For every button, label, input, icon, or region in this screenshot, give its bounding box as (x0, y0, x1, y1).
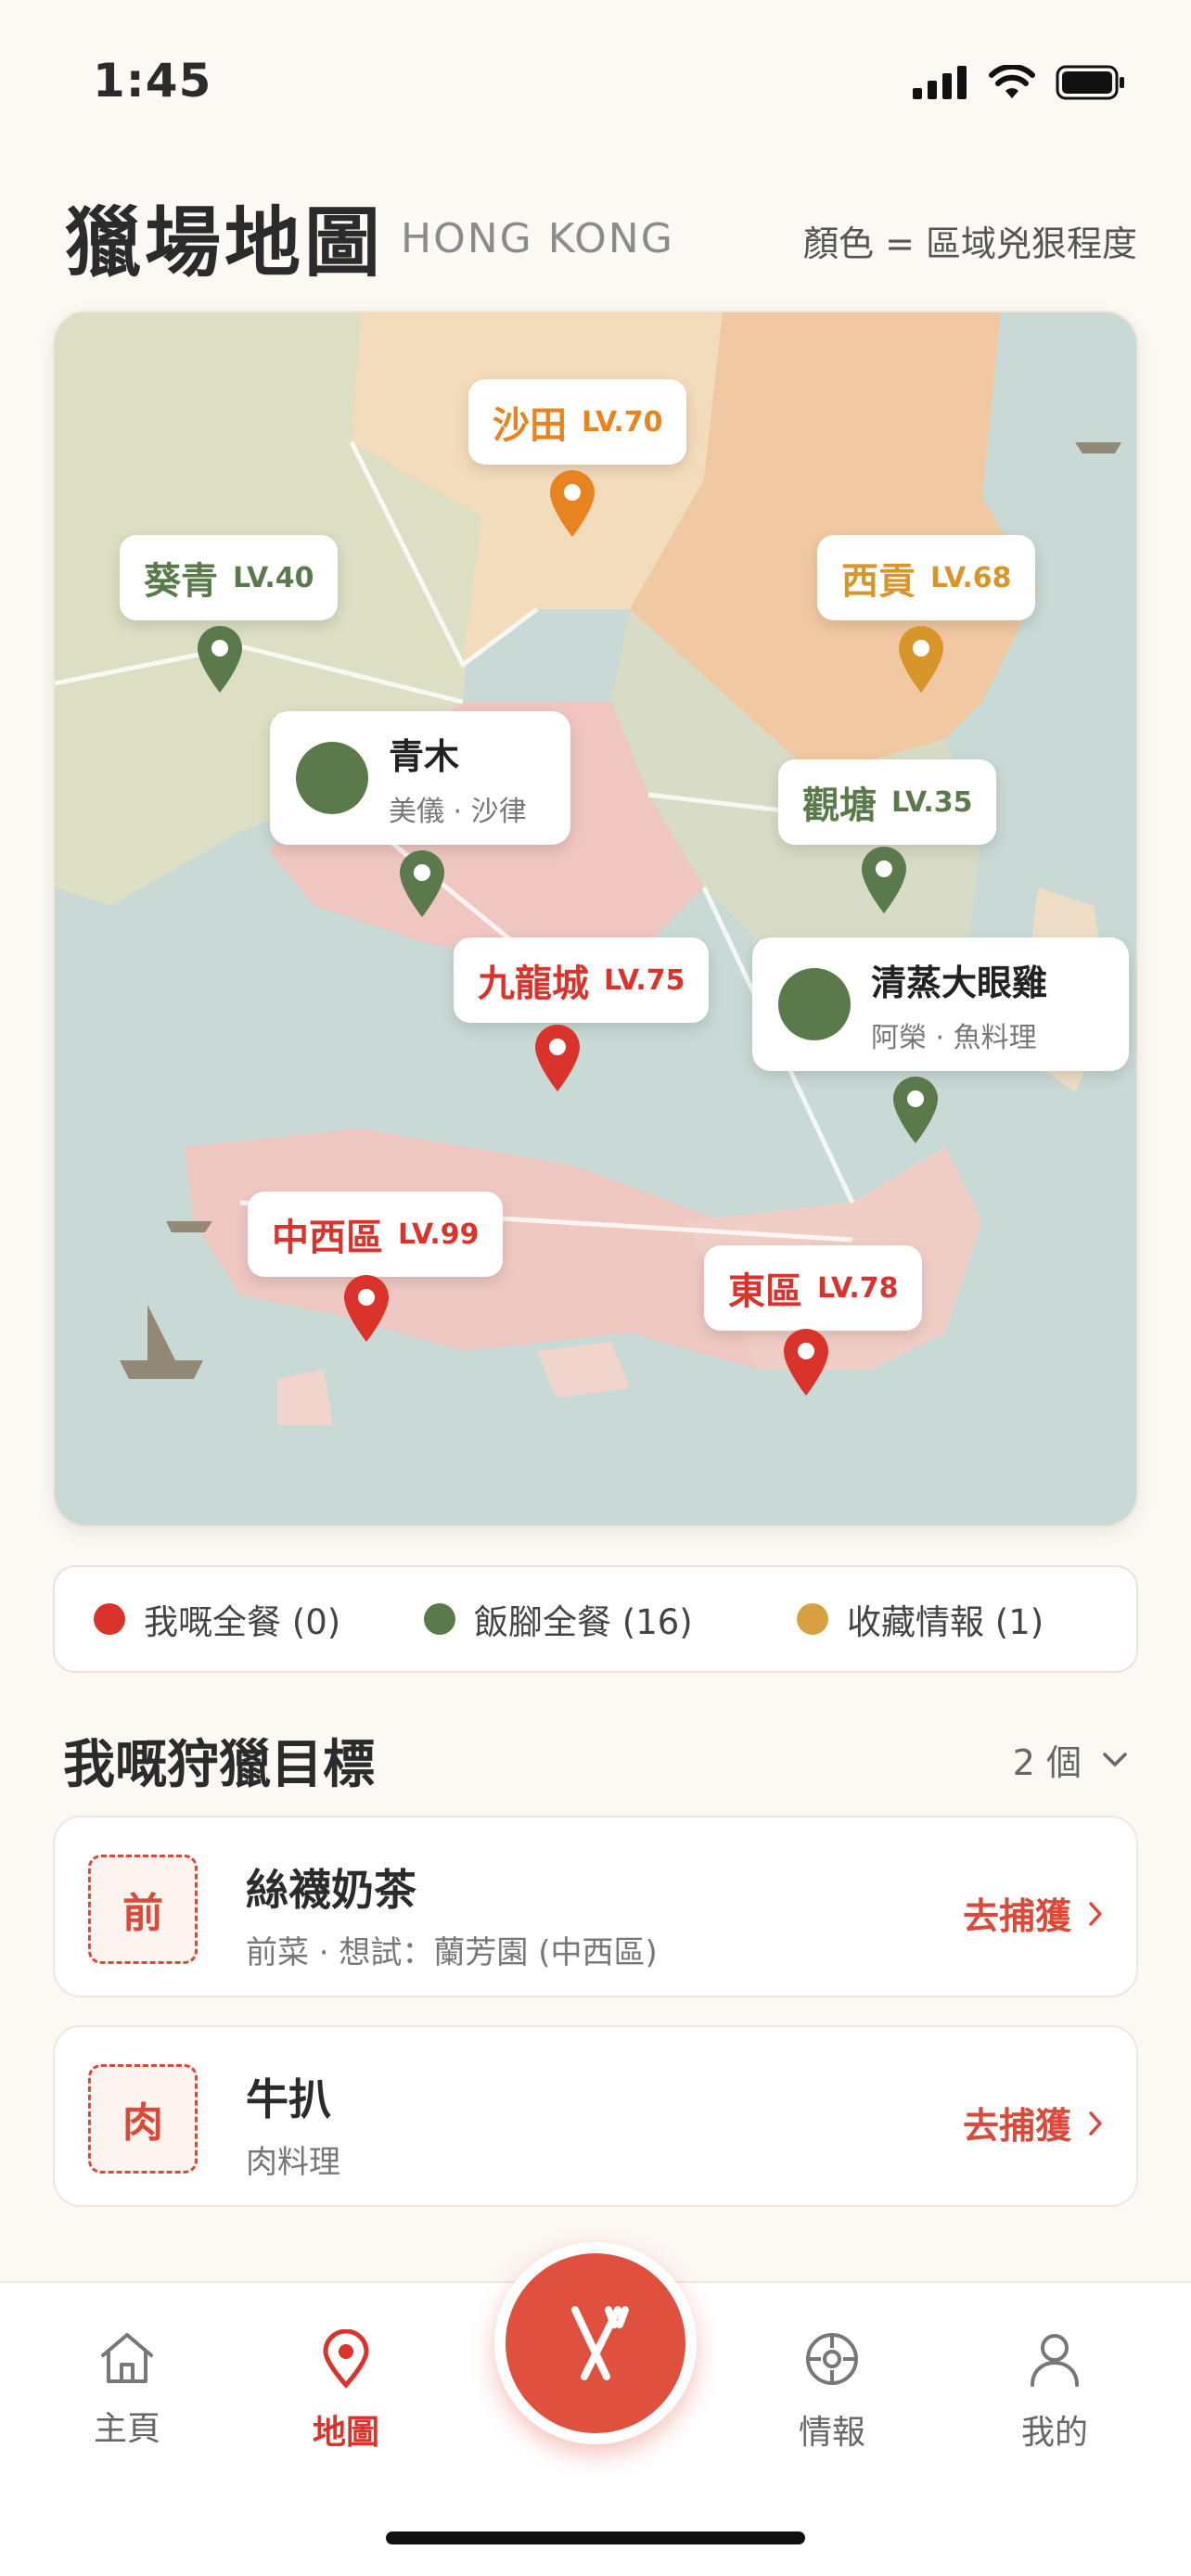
home-indicator (386, 2531, 805, 2544)
target-category-badge: 肉 (88, 2064, 198, 2174)
legend-item-friend-meals[interactable]: 飯腳全餐 (16) (424, 1594, 693, 1644)
region-name: 沙田 (493, 404, 567, 447)
legend-dot (797, 1603, 828, 1635)
region-name: 中西區 (272, 1217, 383, 1259)
targets-count: 2 個 (1012, 1742, 1082, 1783)
target-card[interactable]: 肉 牛扒 肉料理 去捕獲 (53, 2025, 1138, 2207)
region-level: LV.70 (582, 405, 663, 439)
legend-label: 飯腳全餐 (16) (474, 1602, 693, 1642)
tab-label: 情報 (798, 2414, 865, 2452)
status-bar: 1:45 (0, 0, 1191, 158)
utensils-icon (277, 713, 368, 814)
map-pin-icon (323, 2328, 369, 2389)
region-label-eastern[interactable]: 東區 LV.78 (704, 1245, 923, 1331)
target-card[interactable]: 前 絲襪奶茶 前菜 · 想試：蘭芳園 (中西區) 去捕獲 (53, 1816, 1138, 1997)
restaurant-sub: 阿榮 · 魚料理 (871, 1021, 1037, 1054)
legend-item-saved-intel[interactable]: 收藏情報 (1) (797, 1594, 1044, 1644)
restaurant-card-steamed-fish[interactable]: 清蒸大眼雞 阿榮 · 魚料理 (752, 937, 1129, 1071)
region-level: LV.75 (604, 963, 685, 997)
capture-button[interactable]: 去捕獲 (963, 1888, 1103, 1940)
target-sub: 肉料理 (246, 2144, 340, 2181)
legend-label: 我嘅全餐 (0) (144, 1602, 341, 1642)
map-pin-icon[interactable] (780, 1327, 832, 1397)
capture-label: 去捕獲 (962, 1896, 1071, 1938)
region-level: LV.40 (233, 561, 314, 594)
utensils-icon (571, 2306, 629, 2380)
targets-count-toggle[interactable]: 2 個 (1013, 1734, 1128, 1785)
page-subtitle: HONG KONG (401, 215, 674, 262)
region-level: LV.78 (817, 1271, 899, 1305)
region-label-kwai-tsing[interactable]: 葵青 LV.40 (120, 535, 339, 620)
restaurant-name: 清蒸大眼雞 (871, 962, 1048, 1003)
target-name: 牛扒 (246, 2074, 331, 2124)
region-level: LV.99 (398, 1218, 480, 1251)
region-name: 觀塘 (802, 784, 877, 827)
map-pin-icon[interactable] (858, 845, 910, 915)
capture-button[interactable]: 去捕獲 (963, 2098, 1103, 2149)
legend-dot (424, 1603, 455, 1635)
restaurant-card-aoki[interactable]: 青木 美儀 · 沙律 (270, 711, 570, 845)
status-time: 1:45 (93, 54, 212, 108)
battery-icon (1056, 65, 1124, 100)
region-level: LV.35 (891, 785, 973, 819)
region-label-central-western[interactable]: 中西區 LV.99 (248, 1192, 504, 1277)
page-title: 獵場地圖 (65, 199, 385, 287)
map-pin-icon[interactable] (890, 1075, 941, 1145)
map-pin-icon[interactable] (340, 1273, 392, 1344)
target-name: 絲襪奶茶 (246, 1865, 416, 1915)
wifi-icon (989, 65, 1035, 98)
tab-label: 地圖 (312, 2414, 379, 2452)
region-level: LV.68 (930, 561, 1012, 594)
chevron-down-icon (1103, 1752, 1127, 1766)
utensils-icon (760, 939, 851, 1040)
map-pin-icon[interactable] (895, 624, 947, 695)
region-name: 葵青 (144, 560, 218, 603)
map-legend: 我嘅全餐 (0) 飯腳全餐 (16) 收藏情報 (1) (53, 1565, 1138, 1673)
region-name: 九龍城 (478, 963, 589, 1005)
tab-intel[interactable]: 情報 (762, 2329, 902, 2454)
legend-label: 收藏情報 (1) (847, 1602, 1044, 1642)
hunt-action-button[interactable] (494, 2242, 697, 2444)
tab-label: 我的 (1020, 2414, 1088, 2452)
status-icons (913, 65, 1126, 100)
region-name: 東區 (728, 1270, 802, 1313)
target-sub: 前菜 · 想試：蘭芳園 (中西區) (246, 1934, 658, 1971)
compass-icon (806, 2333, 858, 2385)
region-label-sai-kung[interactable]: 西貢 LV.68 (817, 535, 1036, 620)
home-icon (101, 2333, 153, 2383)
tab-profile[interactable]: 我的 (985, 2329, 1124, 2454)
map-pin-icon[interactable] (531, 1023, 583, 1093)
map-pin-icon[interactable] (194, 624, 246, 695)
profile-icon (1031, 2334, 1079, 2387)
restaurant-name: 青木 (389, 735, 460, 777)
legend-item-my-meals[interactable]: 我嘅全餐 (0) (94, 1594, 340, 1644)
map-pin-icon[interactable] (396, 848, 448, 919)
map-pin-icon[interactable] (546, 468, 598, 539)
capture-label: 去捕獲 (962, 2106, 1071, 2148)
tab-label: 主頁 (93, 2410, 160, 2448)
region-label-kwun-tong[interactable]: 觀塘 LV.35 (778, 759, 997, 845)
chevron-right-icon (1089, 2111, 1102, 2136)
color-legend-note: 顏色 = 區域兇狠程度 (803, 223, 1137, 264)
targets-section-title: 我嘅狩獵目標 (63, 1735, 375, 1795)
region-label-sha-tin[interactable]: 沙田 LV.70 (468, 379, 687, 465)
tab-home[interactable]: 主頁 (58, 2329, 197, 2450)
signal-icon (913, 66, 967, 99)
region-name: 西貢 (841, 560, 916, 603)
region-label-kowloon-city[interactable]: 九龍城 LV.75 (454, 937, 710, 1023)
legend-dot (94, 1603, 125, 1635)
hunting-map[interactable]: 沙田 LV.70 葵青 LV.40 西貢 LV.68 觀塘 LV.35 九龍城 … (53, 311, 1138, 1527)
restaurant-sub: 美儀 · 沙律 (389, 795, 527, 828)
tab-map[interactable]: 地圖 (276, 2328, 416, 2454)
chevron-right-icon (1089, 1902, 1102, 1926)
target-category-badge: 前 (88, 1855, 198, 1964)
